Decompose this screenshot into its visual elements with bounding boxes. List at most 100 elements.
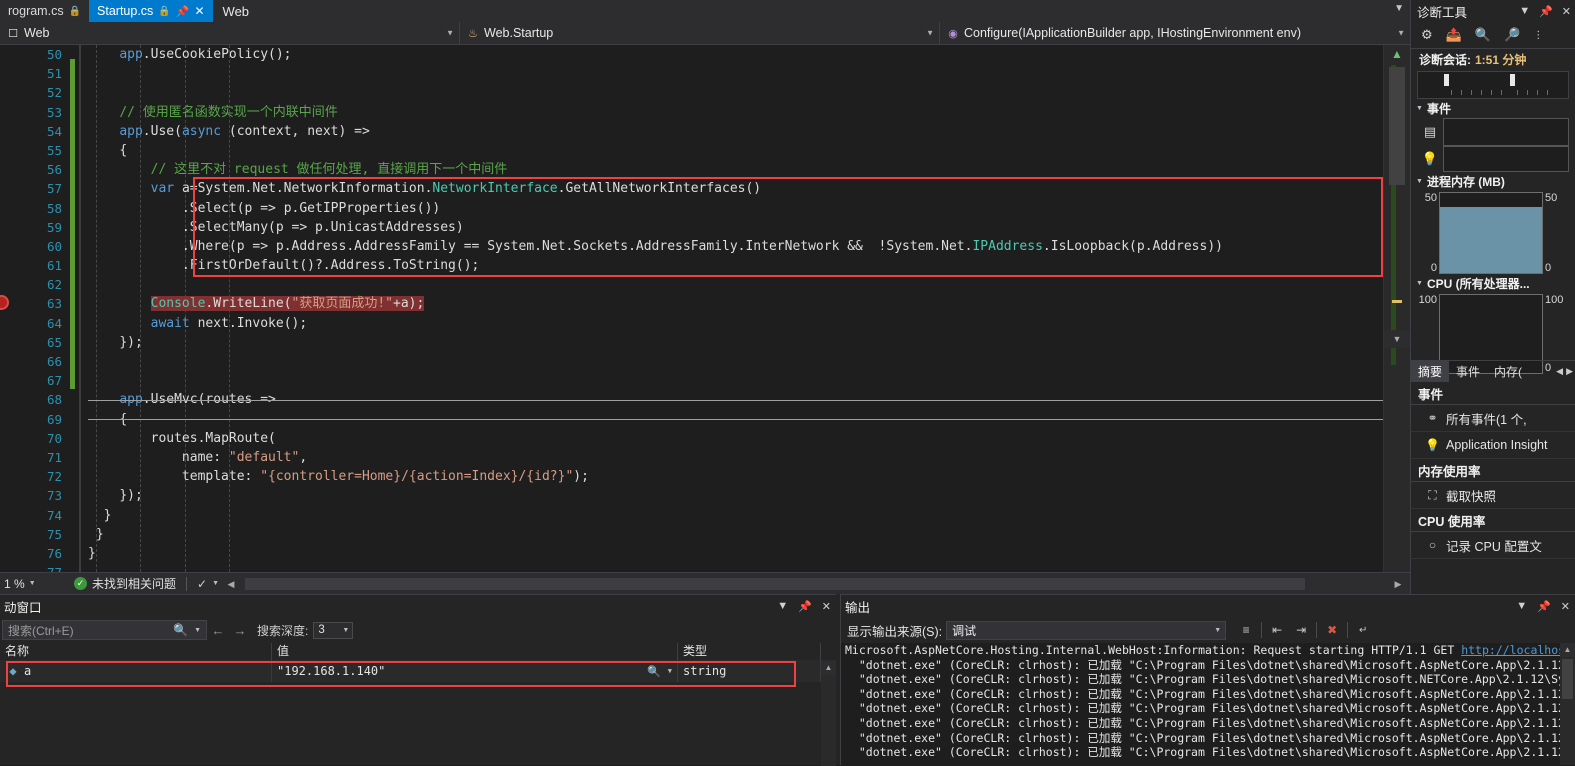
magnifier-icon[interactable]: 🔍 — [647, 665, 661, 678]
chevron-down-icon[interactable]: ▼ — [29, 580, 36, 587]
column-header-name[interactable]: 名称 — [0, 643, 272, 660]
code-line[interactable]: { — [88, 141, 1384, 160]
search-previous-button[interactable]: ← — [207, 623, 229, 638]
code-line[interactable] — [88, 64, 1384, 83]
nav-member-dropdown[interactable]: ◉ Configure(IApplicationBuilder app, IHo… — [940, 22, 1410, 44]
search-next-button[interactable]: → — [229, 623, 251, 638]
scroll-up-arrow[interactable]: ▲ — [821, 661, 836, 675]
column-header-value[interactable]: 值 — [272, 643, 678, 660]
right-arrow-icon[interactable]: ▶ — [1566, 366, 1573, 377]
search-input[interactable]: 搜索(Ctrl+E) 🔍 ▼ — [2, 620, 207, 640]
toggle-wordwrap-icon[interactable]: ⇤ — [1265, 619, 1289, 641]
nav-type-dropdown[interactable]: ♨ Web.Startup ▼ — [460, 22, 940, 44]
list-item-record-cpu[interactable]: ○ 记录 CPU 配置文 — [1411, 532, 1575, 559]
code-line[interactable]: .Select(p => p.GetIPProperties()) — [88, 199, 1384, 218]
editor-horizontal-scrollbar[interactable]: ◀ ▶ — [223, 575, 1406, 592]
code-line[interactable]: .Where(p => p.Address.AddressFamily == S… — [88, 237, 1384, 256]
code-line[interactable]: }); — [88, 486, 1384, 505]
code-line[interactable]: .FirstOrDefault()?.Address.ToString(); — [88, 256, 1384, 275]
chevron-down-icon[interactable]: ▼ — [342, 627, 349, 634]
column-header-type[interactable]: 类型 — [678, 643, 821, 660]
close-icon[interactable]: ✕ — [822, 600, 831, 613]
chevron-down-icon[interactable]: ▼ — [194, 627, 201, 634]
scroll-down-arrow[interactable]: ▼ — [1384, 330, 1410, 348]
search-icon[interactable]: 🔍 — [173, 623, 188, 637]
code-line[interactable]: Console.WriteLine("获取页面成功!"+a); — [88, 294, 1384, 313]
hscroll-thumb[interactable] — [245, 577, 1306, 590]
code-line[interactable]: app.Use(async (context, next) => — [88, 122, 1384, 141]
code-line[interactable] — [88, 563, 1384, 572]
cpu-section-header[interactable]: ▼ CPU (所有处理器... — [1411, 274, 1575, 293]
code-line[interactable] — [88, 371, 1384, 390]
process-memory-graph[interactable]: 50 0 50 0 — [1413, 192, 1569, 274]
cell-name[interactable]: ◆ a — [0, 660, 272, 682]
memory-section-header[interactable]: ▼ 进程内存 (MB) — [1411, 172, 1575, 191]
tab-web[interactable]: Web — [213, 0, 260, 22]
timeline-marker-start[interactable] — [1444, 74, 1449, 86]
timeline-marker-end[interactable] — [1510, 74, 1515, 86]
code-line[interactable]: // 这里不对 request 做任何处理, 直接调用下一个中间件 — [88, 160, 1384, 179]
code-line[interactable]: var a=System.Net.NetworkInformation.Netw… — [88, 179, 1384, 198]
scroll-up-arrow[interactable]: ▲ — [1560, 643, 1575, 657]
zoom-in-icon[interactable]: 🔍 — [1475, 27, 1491, 43]
scroll-left-arrow[interactable]: ◀ — [223, 576, 239, 592]
cell-value[interactable]: "192.168.1.140" 🔍 ▼ — [272, 660, 678, 682]
scroll-right-arrow[interactable]: ▶ — [1390, 576, 1406, 592]
expand-scrollbar-icon[interactable]: ▲ — [1389, 47, 1405, 61]
zoom-out-icon[interactable]: 🔎 — [1504, 27, 1520, 43]
list-item-all-events[interactable]: ⚭ 所有事件(1 个, — [1411, 405, 1575, 432]
code-line[interactable]: }); — [88, 333, 1384, 352]
gear-icon[interactable]: ⚙ — [1421, 27, 1433, 43]
code-line[interactable]: // 使用匿名函数实现一个内联中间件 — [88, 103, 1384, 122]
scrollbar-thumb[interactable] — [1562, 659, 1573, 699]
tab-summary[interactable]: 摘要 — [1411, 360, 1450, 383]
tab-events[interactable]: 事件 — [1449, 361, 1487, 383]
breakpoint-gutter[interactable] — [0, 45, 22, 572]
diagnostic-timeline[interactable] — [1417, 71, 1569, 99]
zoom-level-control[interactable]: 1 % ▼ — [0, 577, 66, 591]
code-line[interactable] — [88, 83, 1384, 102]
events-lane[interactable] — [1443, 118, 1569, 146]
table-row[interactable]: ◆ a "192.168.1.140" 🔍 ▼ string — [0, 660, 836, 682]
nav-project-dropdown[interactable]: ☐ Web ▼ — [0, 22, 460, 44]
output-source-select[interactable]: 调试 ▼ — [946, 620, 1227, 640]
chevron-down-icon[interactable]: ▼ — [1214, 627, 1221, 634]
code-line[interactable]: .SelectMany(p => p.UnicastAddresses) — [88, 218, 1384, 237]
pin-icon[interactable]: 📌 — [1539, 5, 1553, 18]
clear-all-icon[interactable]: ≡ — [1234, 619, 1258, 641]
close-icon[interactable]: ✕ — [1562, 5, 1571, 18]
events-section-header[interactable]: ▼ 事件 — [1411, 99, 1575, 118]
chevron-down-icon[interactable]: ▼ — [668, 667, 672, 675]
code-text-area[interactable]: app.UseCookiePolicy(); // 使用匿名函数实现一个内联中间… — [88, 45, 1384, 572]
chevron-down-icon[interactable]: ▼ — [1519, 5, 1530, 17]
chevron-down-icon[interactable]: ▼ — [212, 580, 219, 587]
code-line[interactable]: app.UseCookiePolicy(); — [88, 45, 1384, 64]
tab-startup-cs[interactable]: Startup.cs 🔒 📌 ✕ — [89, 0, 213, 22]
breakpoint-marker[interactable] — [0, 295, 9, 310]
pin-icon[interactable]: 📌 — [1537, 600, 1551, 613]
code-line[interactable] — [88, 352, 1384, 371]
export-icon[interactable]: 📤 — [1446, 27, 1462, 43]
code-line[interactable]: name: "default", — [88, 448, 1384, 467]
editor-vertical-scrollbar[interactable]: ▲ ▼ — [1383, 45, 1410, 572]
left-arrow-icon[interactable]: ◀ — [1556, 366, 1563, 377]
output-link[interactable]: http://localhost:5000/ — [1461, 643, 1560, 657]
select-icon[interactable]: ⋮ — [1533, 30, 1543, 41]
find-icon[interactable]: ↵ — [1351, 619, 1375, 641]
close-icon[interactable]: ✕ — [1561, 600, 1570, 613]
insights-lane[interactable] — [1443, 146, 1569, 172]
code-line[interactable]: routes.MapRoute( — [88, 429, 1384, 448]
code-line[interactable]: } — [88, 525, 1384, 544]
search-depth-input[interactable]: 3 ▼ — [313, 621, 354, 639]
pin-icon[interactable]: 📌 — [176, 5, 190, 18]
clear-output-icon[interactable]: ✖ — [1320, 619, 1344, 641]
list-item-application-insights[interactable]: 💡 Application Insight — [1411, 432, 1575, 459]
tab-memory[interactable]: 内存( — [1487, 361, 1529, 383]
code-line[interactable]: await next.Invoke(); — [88, 314, 1384, 333]
chevron-down-icon[interactable]: ▼ — [777, 600, 788, 612]
pin-icon[interactable]: 📌 — [798, 600, 812, 613]
chevron-down-icon[interactable]: ▼ — [1516, 600, 1527, 612]
code-line[interactable]: template: "{controller=Home}/{action=Ind… — [88, 467, 1384, 486]
toggle-timestamp-icon[interactable]: ⇥ — [1289, 619, 1313, 641]
tab-program-cs[interactable]: rogram.cs 🔒 — [0, 0, 90, 22]
